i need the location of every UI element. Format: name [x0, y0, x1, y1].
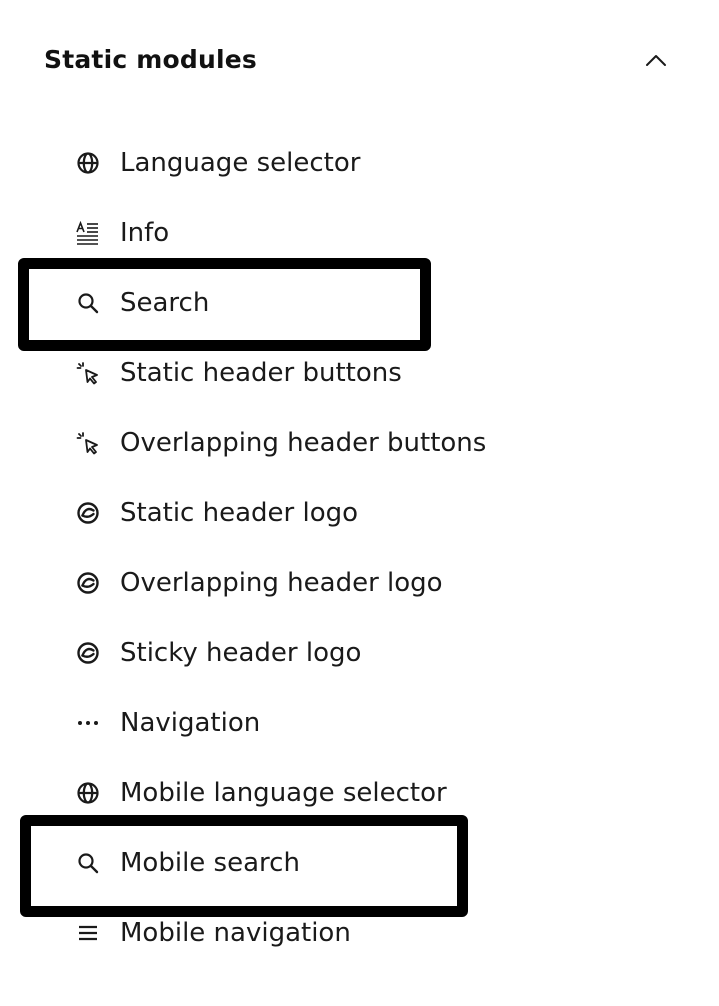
cursor-click-icon — [76, 431, 100, 455]
globe-icon — [76, 781, 100, 805]
module-label: Static header logo — [120, 498, 359, 528]
cursor-click-icon — [76, 361, 100, 385]
globe-icon — [76, 151, 100, 175]
search-icon — [76, 291, 100, 315]
module-item-overlapping-header-buttons[interactable]: Overlapping header buttons — [0, 408, 719, 478]
logo-icon — [76, 571, 100, 595]
module-item-sticky-header-logo[interactable]: Sticky header logo — [0, 618, 719, 688]
module-item-overlapping-header-logo[interactable]: Overlapping header logo — [0, 548, 719, 618]
section-header[interactable]: Static modules — [0, 0, 719, 120]
more-dots-icon — [76, 711, 100, 735]
logo-icon — [76, 501, 100, 525]
module-list: Language selector Info Search Static hea… — [0, 128, 719, 968]
module-item-language-selector[interactable]: Language selector — [0, 128, 719, 198]
module-item-navigation[interactable]: Navigation — [0, 688, 719, 758]
chevron-up-icon[interactable] — [640, 44, 672, 76]
module-item-mobile-navigation[interactable]: Mobile navigation — [0, 898, 719, 968]
text-info-icon — [76, 221, 100, 245]
module-label: Static header buttons — [120, 358, 402, 388]
hamburger-menu-icon — [76, 921, 100, 945]
module-label: Mobile navigation — [120, 918, 351, 948]
module-label: Mobile search — [120, 848, 300, 878]
search-icon — [76, 851, 100, 875]
logo-icon — [76, 641, 100, 665]
module-item-search[interactable]: Search — [0, 268, 719, 338]
section-title: Static modules — [44, 45, 257, 74]
module-item-mobile-search[interactable]: Mobile search — [0, 828, 719, 898]
module-item-static-header-logo[interactable]: Static header logo — [0, 478, 719, 548]
module-item-static-header-buttons[interactable]: Static header buttons — [0, 338, 719, 408]
module-label: Overlapping header buttons — [120, 428, 487, 458]
module-label: Mobile language selector — [120, 778, 447, 808]
module-label: Sticky header logo — [120, 638, 362, 668]
module-label: Navigation — [120, 708, 261, 738]
module-label: Search — [120, 288, 210, 318]
module-item-mobile-language-selector[interactable]: Mobile language selector — [0, 758, 719, 828]
module-label: Language selector — [120, 148, 361, 178]
module-label: Info — [120, 218, 170, 248]
module-item-info[interactable]: Info — [0, 198, 719, 268]
module-label: Overlapping header logo — [120, 568, 443, 598]
